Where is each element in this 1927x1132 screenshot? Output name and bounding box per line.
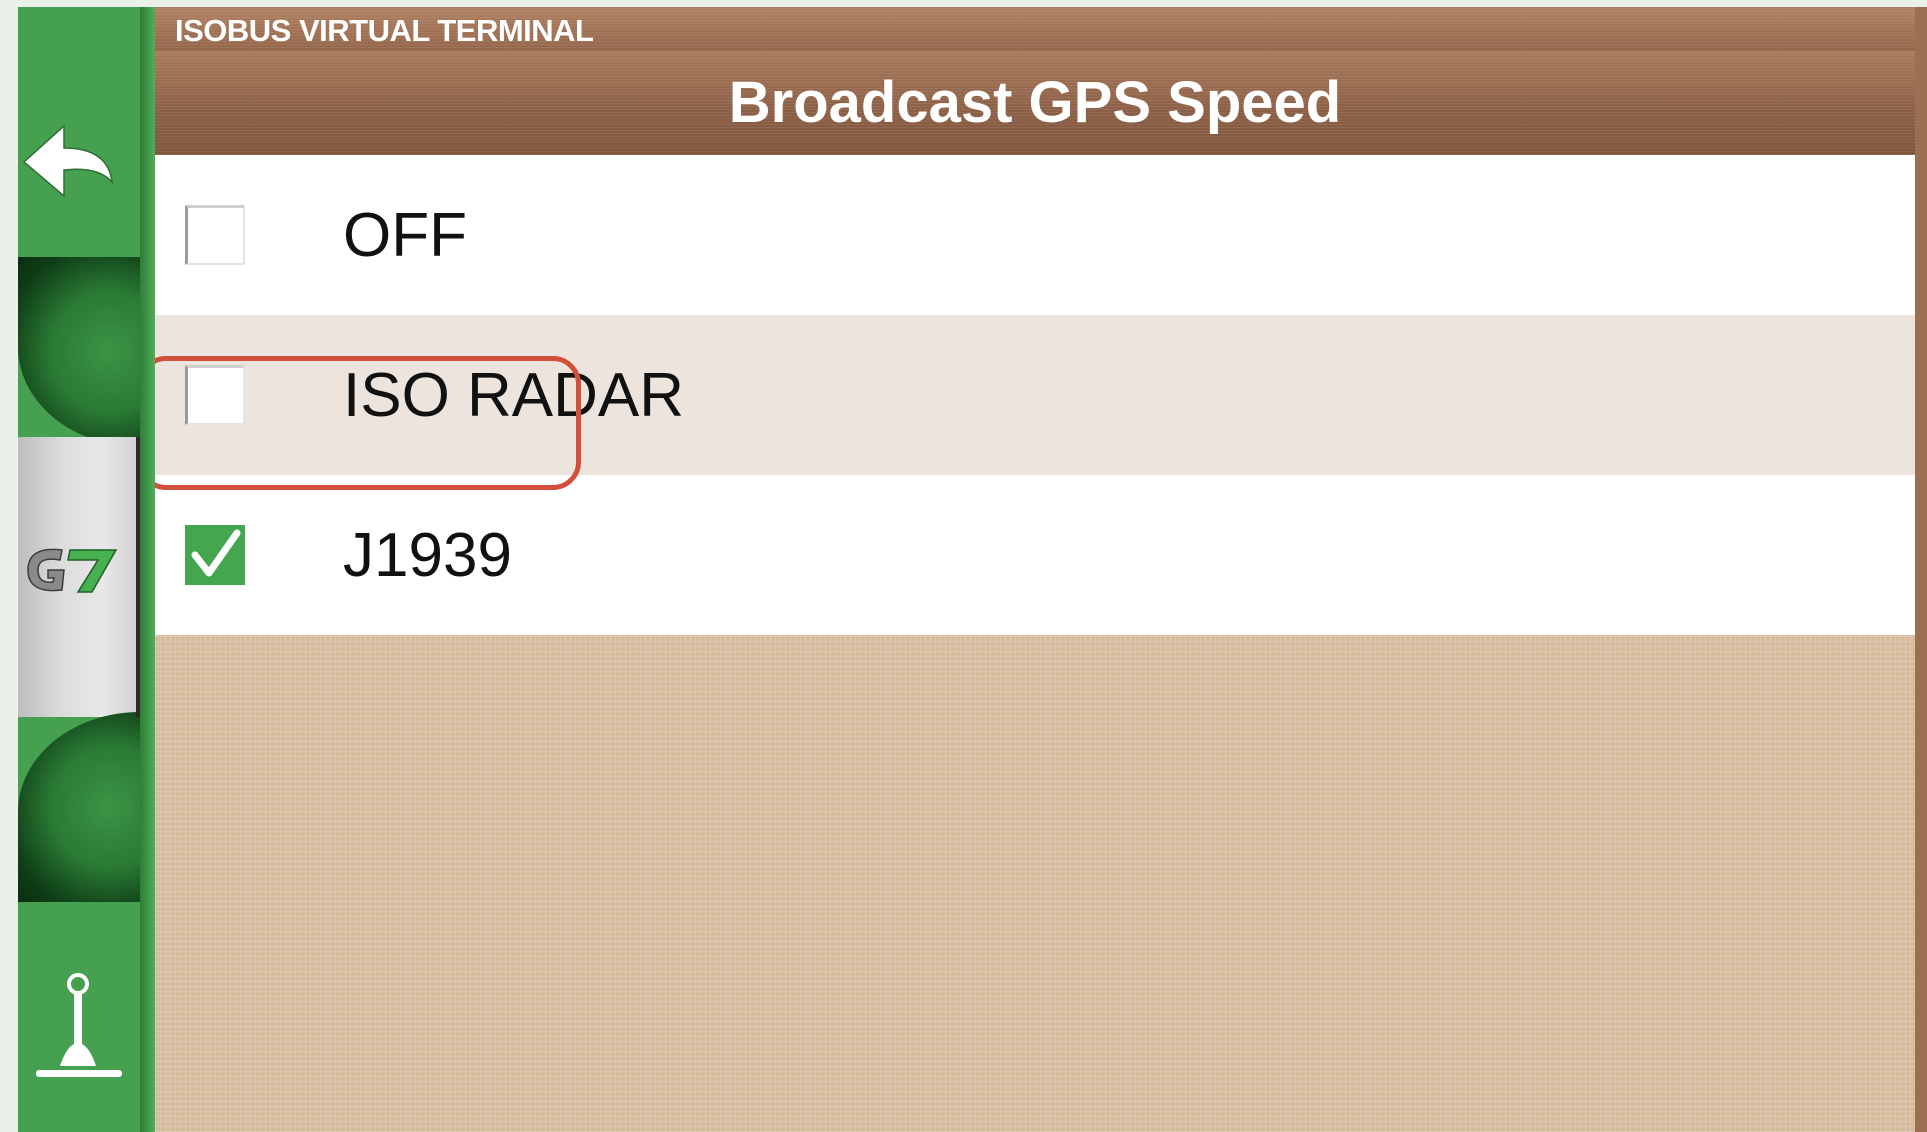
checkbox-off[interactable]	[185, 205, 245, 265]
app-bar-title: ISOBUS VIRTUAL TERMINAL	[175, 13, 594, 48]
option-label: OFF	[343, 201, 467, 270]
g7-logo	[22, 540, 122, 600]
option-iso-radar[interactable]: ISO RADAR	[155, 315, 1915, 475]
checkmark-icon	[191, 529, 241, 577]
option-j1939[interactable]: J1939	[155, 475, 1915, 635]
main-panel: ISOBUS VIRTUAL TERMINAL Broadcast GPS Sp…	[155, 7, 1927, 1132]
app-bar: ISOBUS VIRTUAL TERMINAL	[155, 7, 1927, 51]
sidebar-edge	[140, 7, 155, 1132]
back-button[interactable]	[18, 120, 118, 210]
sidebar-upper-bulge	[18, 257, 140, 447]
checkbox-j1939[interactable]	[185, 525, 245, 585]
page-header: Broadcast GPS Speed	[155, 51, 1927, 155]
checkbox-iso-radar[interactable]	[185, 365, 245, 425]
option-off[interactable]: OFF	[155, 155, 1915, 315]
joystick-button[interactable]	[30, 970, 130, 1090]
back-arrow-icon	[22, 124, 114, 198]
page-title: Broadcast GPS Speed	[728, 70, 1342, 135]
option-label: ISO RADAR	[343, 361, 685, 430]
option-list: OFF ISO RADAR J1939	[155, 155, 1915, 635]
option-label: J1939	[343, 521, 512, 590]
sidebar-lower-bulge	[18, 712, 140, 902]
joystick-icon	[36, 973, 122, 1077]
right-border	[1915, 7, 1927, 1132]
